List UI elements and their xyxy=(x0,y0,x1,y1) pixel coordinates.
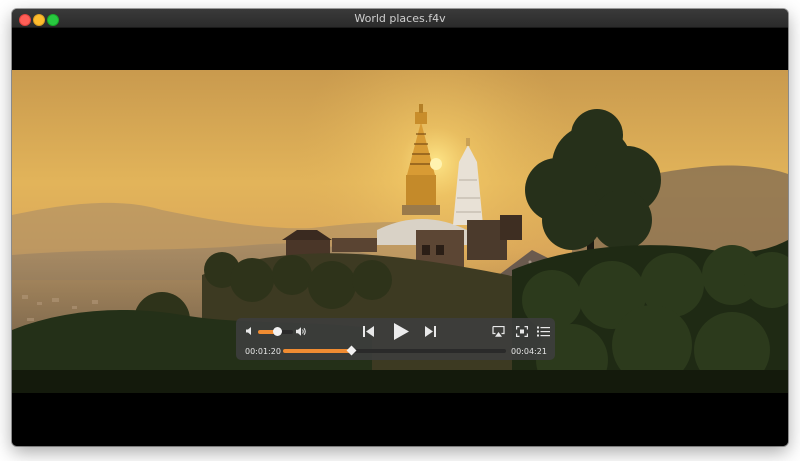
seek-bar[interactable] xyxy=(283,345,506,356)
airplay-icon[interactable] xyxy=(490,324,506,338)
volume-high-icon[interactable] xyxy=(294,325,308,337)
title-bar[interactable]: World places.f4v xyxy=(12,9,788,28)
volume-slider[interactable] xyxy=(258,327,293,336)
window-title: World places.f4v xyxy=(354,12,446,25)
fullscreen-icon[interactable] xyxy=(514,324,530,338)
seek-knob[interactable] xyxy=(346,345,357,356)
current-time: 00:01:20 xyxy=(245,347,281,356)
total-time: 00:04:21 xyxy=(511,347,547,356)
skip-previous-icon[interactable] xyxy=(361,324,375,338)
volume-low-icon[interactable] xyxy=(244,325,256,337)
letterbox-top xyxy=(12,28,788,70)
playlist-icon[interactable] xyxy=(535,324,551,338)
playback-controls: 00:01:20 00:04:21 xyxy=(236,318,555,360)
letterbox-bottom xyxy=(12,393,788,446)
player-window: World places.f4v 00:01:20 00:04:21 xyxy=(12,9,788,446)
seek-progress-fill xyxy=(283,349,352,353)
play-icon[interactable] xyxy=(391,321,411,341)
volume-slider-knob[interactable] xyxy=(273,327,283,336)
skip-next-icon[interactable] xyxy=(423,324,437,338)
